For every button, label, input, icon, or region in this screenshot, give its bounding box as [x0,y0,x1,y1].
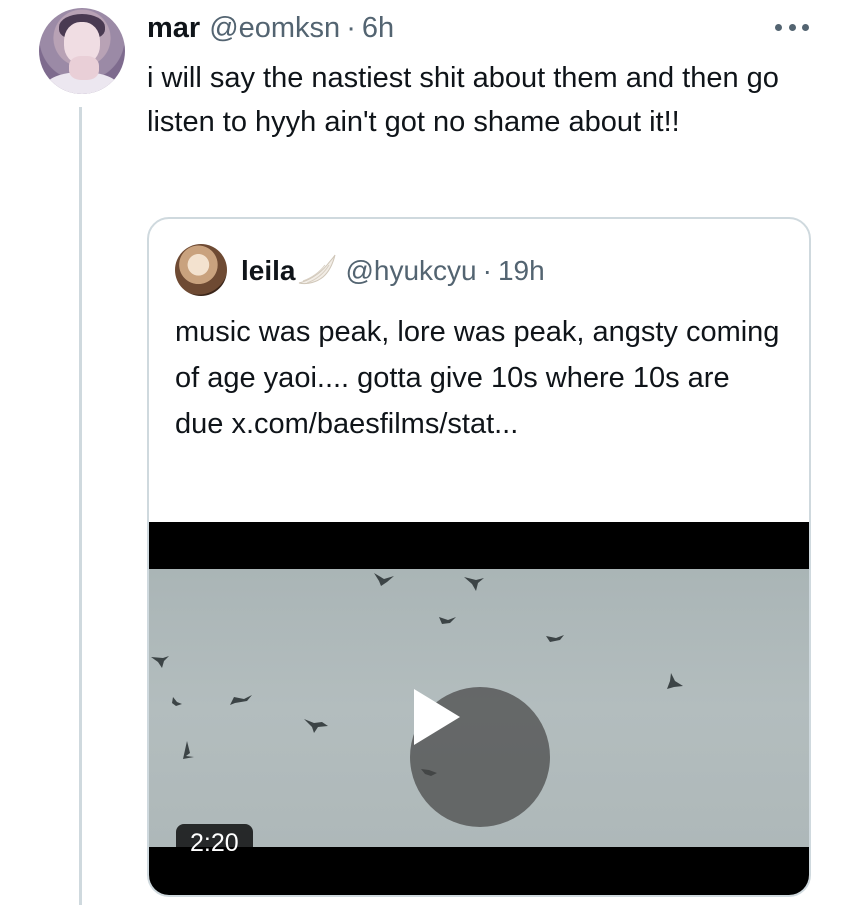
video-duration: 2:20 [176,824,253,862]
timestamp[interactable]: 6h [362,12,394,45]
quoted-user-handle[interactable]: @hyukcyu [345,255,476,287]
quoted-tweet[interactable]: leila @hyukcyu · 19h music was peak, lor… [147,217,811,897]
user-handle[interactable]: @eomksn [209,12,340,45]
dot [775,23,782,31]
dot [802,23,809,31]
avatar-hand [69,56,99,80]
quoted-tweet-text: music was peak, lore was peak, angsty co… [175,316,780,440]
quoted-timestamp[interactable]: 19h [498,255,545,287]
tweet-text: i will say the nastiest shit about them … [147,62,779,138]
quoted-tweet-header: leila @hyukcyu · 19h [241,251,545,291]
separator: · [346,11,356,44]
separator: · [482,255,492,286]
tweet-header: mar @eomksn · 6h [147,8,394,48]
ellipsis-icon[interactable] [775,16,809,38]
display-name[interactable]: mar [147,12,200,45]
dot [788,23,796,31]
angel-wing-icon [299,254,336,285]
play-icon[interactable] [410,687,550,827]
video-player[interactable]: 2:20 [149,522,809,895]
quoted-user-avatar[interactable] [175,244,227,296]
thread-line [79,107,82,905]
play-triangle-icon [414,689,460,745]
user-avatar[interactable] [39,8,125,94]
quoted-display-name[interactable]: leila [241,255,295,287]
video-frame [149,569,809,847]
